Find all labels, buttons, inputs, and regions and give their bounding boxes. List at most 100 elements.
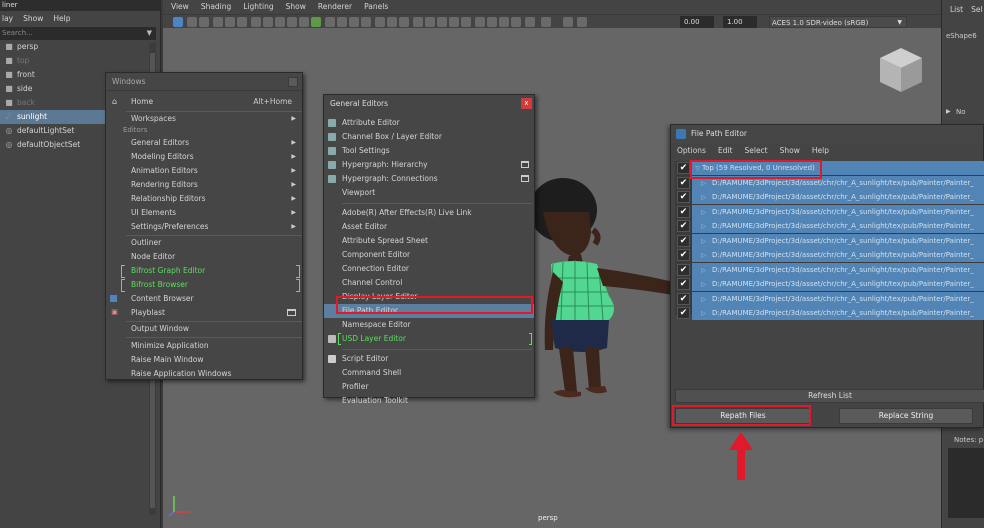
menu-item-content-browser[interactable]: Content Browser (106, 292, 302, 305)
anti-aliasing-icon[interactable] (525, 17, 535, 27)
safe-action-icon[interactable] (311, 17, 321, 27)
close-button[interactable]: x (521, 98, 532, 109)
tree-path-row[interactable]: ✔ ▷ D:/RAMUME/3dProject/3d/asset/chr/chr_A… (675, 233, 984, 248)
motion-blur-icon[interactable] (413, 17, 423, 27)
use-all-lights-icon[interactable] (375, 17, 385, 27)
gamma-icon[interactable] (577, 17, 587, 27)
image-plane-icon[interactable] (213, 17, 223, 27)
select-camera-icon[interactable] (173, 17, 183, 27)
menu-item-adobe-r-after-effects-r-live-link[interactable]: Adobe(R) After Effects(R) Live Link (324, 206, 534, 220)
fpe-menu-options[interactable]: Options (677, 143, 706, 159)
tree-path-cell[interactable]: ▷ D:/RAMUME/3dProject/3d/asset/chr/chr_A_… (692, 306, 984, 320)
expand-arrow-icon[interactable]: ▷ (692, 307, 706, 320)
exposure-value-field[interactable]: 0.00 (680, 16, 714, 28)
viewport-menu-show[interactable]: Show (286, 0, 306, 14)
menu-item-channel-box-layer-editor[interactable]: Channel Box / Layer Editor (324, 130, 534, 144)
outliner-item-top[interactable]: ■ top (0, 54, 160, 68)
menu-item-animation-editors[interactable]: Animation Editors ▶ (106, 164, 302, 177)
bookmark-icon[interactable] (199, 17, 209, 27)
tree-path-row[interactable]: ✔ ▷ D:/RAMUME/3dProject/3d/asset/chr/chr_A… (675, 248, 984, 262)
tearoff-button[interactable] (288, 77, 298, 87)
wireframe-icon[interactable] (325, 17, 335, 27)
heads-up-display-icon[interactable] (541, 17, 551, 27)
depth-of-field-icon[interactable] (437, 17, 447, 27)
outliner-menu-help[interactable]: Help (53, 11, 70, 27)
textured-icon[interactable] (361, 17, 371, 27)
tree-path-row[interactable]: ✔ ▷ D:/RAMUME/3dProject/3d/asset/chr/chr_A… (675, 306, 984, 320)
exposure-icon[interactable] (563, 17, 573, 27)
tree-path-row[interactable]: ✔ ▷ D:/RAMUME/3dProject/3d/asset/chr/chr_A… (675, 219, 984, 233)
viewport-menu-renderer[interactable]: Renderer (318, 0, 352, 14)
menu-item-output-window[interactable]: Output Window (106, 322, 302, 335)
menu-item-attribute-spread-sheet[interactable]: Attribute Spread Sheet (324, 234, 534, 248)
xray-joints-icon[interactable] (487, 17, 497, 27)
tree-path-cell[interactable]: ▷ D:/RAMUME/3dProject/3d/asset/chr/chr_A_… (692, 233, 984, 248)
tab-list[interactable]: List (950, 0, 963, 20)
screen-space-ao-icon[interactable] (399, 17, 409, 27)
menu-item-general-editors[interactable]: General Editors ▶ (106, 136, 302, 149)
grease-pencil-icon[interactable] (237, 17, 247, 27)
menu-item-hypergraph-connections[interactable]: Hypergraph: Connections (324, 172, 534, 186)
fpe-menu-select[interactable]: Select (744, 143, 767, 159)
tree-path-cell[interactable]: ▷ D:/RAMUME/3dProject/3d/asset/chr/chr_A_… (692, 204, 984, 219)
viewport-menu-lighting[interactable]: Lighting (243, 0, 273, 14)
tree-path-row[interactable]: ✔ ▷ D:/RAMUME/3dProject/3d/asset/chr/chr_A… (675, 262, 984, 277)
grid-icon[interactable] (251, 17, 261, 27)
tree-path-cell[interactable]: ▷ D:/RAMUME/3dProject/3d/asset/chr/chr_A_… (692, 190, 984, 204)
tree-path-row[interactable]: ✔ ▷ D:/RAMUME/3dProject/3d/asset/chr/chr_A… (675, 291, 984, 306)
film-gate-icon[interactable] (263, 17, 273, 27)
outliner-menu-show[interactable]: Show (23, 11, 43, 27)
xray-active-icon[interactable] (475, 17, 485, 27)
menu-item-workspaces[interactable]: Workspaces ▶ (106, 112, 302, 125)
tree-path-cell[interactable]: ▷ D:/RAMUME/3dProject/3d/asset/chr/chr_A_… (692, 291, 984, 306)
ambient-occlusion-icon[interactable] (511, 17, 521, 27)
expand-arrow-icon[interactable]: ▷ (692, 235, 706, 248)
menu-item-minimize-application[interactable]: Minimize Application (106, 339, 302, 352)
viewcube-icon[interactable] (878, 46, 924, 94)
shadows-icon[interactable] (387, 17, 397, 27)
refresh-list-button[interactable]: Refresh List (675, 389, 984, 403)
menu-item-script-editor[interactable]: Script Editor (324, 352, 534, 366)
menu-item-command-shell[interactable]: Command Shell (324, 366, 534, 380)
menu-item-bifrost-graph-editor[interactable]: Bifrost Graph Editor (106, 264, 302, 278)
tree-path-cell[interactable]: ▷ D:/RAMUME/3dProject/3d/asset/chr/chr_A_… (692, 262, 984, 277)
replace-string-button[interactable]: Replace String (839, 408, 973, 424)
tree-path-row[interactable]: ✔ ▷ D:/RAMUME/3dProject/3d/asset/chr/chr_A… (675, 190, 984, 204)
outliner-search-input[interactable]: Search... ▼ (0, 27, 156, 40)
color-space-select[interactable]: ACES 1.0 SDR-video (sRGB) ▼ (769, 16, 907, 28)
menu-item-tool-settings[interactable]: Tool Settings (324, 144, 534, 158)
fpe-menu-edit[interactable]: Edit (718, 143, 733, 159)
menu-item-viewport[interactable]: Viewport (324, 186, 534, 200)
menu-item-component-editor[interactable]: Component Editor (324, 248, 534, 262)
menu-item-modeling-editors[interactable]: Modeling Editors ▶ (106, 150, 302, 163)
expand-arrow-icon[interactable]: ▷ (692, 206, 706, 219)
menu-item-node-editor[interactable]: Node Editor (106, 250, 302, 263)
expand-arrow-icon[interactable]: ▷ (692, 220, 706, 233)
tree-path-row[interactable]: ✔ ▷ D:/RAMUME/3dProject/3d/asset/chr/chr_A… (675, 204, 984, 219)
expand-arrow-icon[interactable]: ▷ (692, 249, 706, 262)
tree-path-cell[interactable]: ▷ D:/RAMUME/3dProject/3d/asset/chr/chr_A_… (692, 248, 984, 262)
expand-arrow-icon[interactable]: ▷ (692, 264, 706, 277)
xray-icon[interactable] (461, 17, 471, 27)
menu-item-namespace-editor[interactable]: Namespace Editor (324, 318, 534, 332)
menu-item-rendering-editors[interactable]: Rendering Editors ▶ (106, 178, 302, 191)
wireframe-on-shaded-icon[interactable] (349, 17, 359, 27)
option-box-icon[interactable] (521, 175, 529, 182)
expand-arrow-icon[interactable]: ▷ (692, 278, 706, 291)
tree-path-cell[interactable]: ▷ D:/RAMUME/3dProject/3d/asset/chr/chr_A_… (692, 277, 984, 291)
option-box-icon[interactable] (521, 161, 529, 168)
menu-item-asset-editor[interactable]: Asset Editor (324, 220, 534, 234)
tree-path-row[interactable]: ✔ ▷ D:/RAMUME/3dProject/3d/asset/chr/chr_A… (675, 277, 984, 291)
camera-attributes-icon[interactable] (187, 17, 197, 27)
fpe-menu-show[interactable]: Show (780, 143, 800, 159)
menu-item-bifrost-browser[interactable]: Bifrost Browser (106, 278, 302, 292)
field-chart-icon[interactable] (299, 17, 309, 27)
fpe-menu-help[interactable]: Help (812, 143, 829, 159)
expand-arrow-icon[interactable]: ▷ (692, 191, 706, 204)
menu-item-connection-editor[interactable]: Connection Editor (324, 262, 534, 276)
resolution-gate-icon[interactable] (275, 17, 285, 27)
expand-arrow-icon[interactable]: ▷ (692, 293, 706, 306)
tree-path-cell[interactable]: ▷ D:/RAMUME/3dProject/3d/asset/chr/chr_A_… (692, 219, 984, 233)
expand-arrow-icon[interactable]: ▶ (946, 106, 951, 118)
gamma-value-field[interactable]: 1.00 (723, 16, 757, 28)
